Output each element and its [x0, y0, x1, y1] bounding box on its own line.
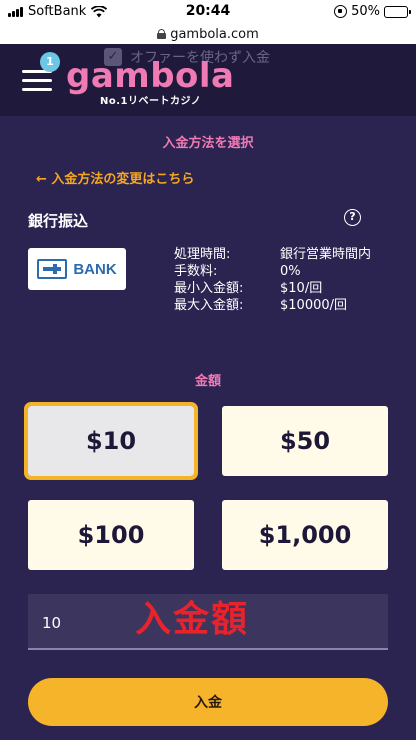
orientation-lock-icon	[334, 5, 348, 18]
status-right: 50%	[334, 4, 411, 19]
info-value: 銀行営業時間内	[280, 247, 372, 262]
amount-annotation: 入金額	[135, 599, 250, 640]
info-label: 手数料:	[174, 264, 218, 279]
notification-badge[interactable]: 1	[40, 52, 60, 72]
info-value: $10000/回	[280, 298, 348, 313]
site-header: ✓ オファーを使わず入金 1 gambola No.1リベートカジノ	[0, 44, 416, 116]
url-text: gambola.com	[170, 26, 259, 42]
battery-percent: 50%	[351, 4, 380, 19]
amount-button[interactable]: $1,000	[222, 500, 388, 570]
menu-line	[22, 79, 52, 82]
amount-title: 金額	[194, 374, 221, 389]
logo-tagline: No.1リベートカジノ	[100, 96, 202, 107]
change-method-link[interactable]: ← 入金方法の変更はこちら	[36, 168, 194, 187]
info-value: 0%	[280, 264, 301, 279]
method-info: 処理時間: 銀行営業時間内 手数料: 0% 最小入金額: $10/回 最大入金額…	[174, 246, 394, 314]
info-value: $10/回	[280, 281, 323, 296]
address-bar[interactable]: gambola.com	[0, 24, 416, 44]
bank-logo-text: BANK	[73, 260, 117, 278]
info-label: 最大入金額:	[174, 298, 244, 313]
info-label: 処理時間:	[174, 247, 231, 262]
status-bar: SoftBank 20:44 50%	[0, 0, 416, 24]
battery-icon	[384, 5, 411, 18]
bank-card-icon	[37, 259, 68, 279]
help-icon[interactable]: ?	[344, 209, 361, 226]
payment-method-name: 銀行振込	[28, 212, 89, 230]
padlock-icon	[157, 29, 167, 39]
amount-button[interactable]: $10	[24, 402, 198, 480]
site-logo[interactable]: gambola	[66, 58, 235, 94]
section-title: 入金方法を選択	[162, 136, 254, 151]
info-label: 最小入金額:	[174, 281, 244, 296]
amount-button[interactable]: $50	[222, 406, 388, 476]
amount-button[interactable]: $100	[28, 500, 194, 570]
menu-button[interactable]	[22, 70, 52, 92]
menu-line	[22, 88, 52, 91]
deposit-submit-button[interactable]: 入金	[28, 678, 388, 726]
bank-logo: BANK	[28, 248, 126, 290]
